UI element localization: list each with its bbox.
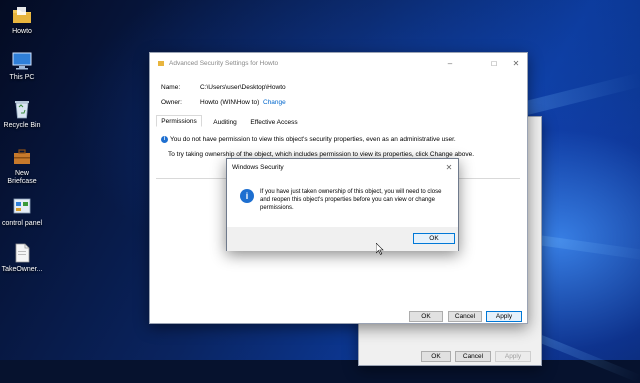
dialog-message: If you have just taken ownership of this… xyxy=(260,189,442,211)
dialog-title: Windows Security xyxy=(232,164,284,171)
maximize-button[interactable]: □ xyxy=(483,53,505,73)
titlebar: Advanced Security Settings for Howto – □… xyxy=(150,53,527,73)
ok-button[interactable]: OK xyxy=(409,311,443,322)
back-ok-button[interactable]: OK xyxy=(421,351,451,362)
desktop-icon-label: New Briefcase xyxy=(7,170,37,185)
dialog-close-button[interactable]: ✕ xyxy=(440,159,458,176)
dialog-titlebar: Windows Security ✕ xyxy=(227,159,458,176)
dialog-ok-button[interactable]: OK xyxy=(413,233,455,244)
minimize-button[interactable]: – xyxy=(439,53,461,73)
change-owner-link[interactable]: Change xyxy=(263,99,286,106)
file-icon xyxy=(11,242,33,264)
briefcase-icon xyxy=(11,146,33,168)
desktop-icon-label: control panel xyxy=(1,220,43,227)
mouse-cursor xyxy=(375,242,384,260)
cancel-button[interactable]: Cancel xyxy=(448,311,482,322)
owner-value: Howto (WIN\How to) xyxy=(200,99,260,106)
desktop-icon-label: Recycle Bin xyxy=(3,122,41,129)
computer-icon xyxy=(11,50,33,72)
no-permission-message: You do not have permission to view this … xyxy=(170,136,456,143)
desktop-icon-label: Howto xyxy=(12,28,32,35)
window-title: Advanced Security Settings for Howto xyxy=(169,59,279,67)
back-cancel-button[interactable]: Cancel xyxy=(455,351,491,362)
back-apply-button[interactable]: Apply xyxy=(495,351,531,362)
desktop-icon-howto[interactable]: Howto xyxy=(0,4,44,36)
desktop-icon-control-panel[interactable]: control panel xyxy=(0,196,44,228)
ownership-instructions: To try taking ownership of the object, w… xyxy=(168,151,475,158)
info-icon: i xyxy=(161,136,168,143)
desktop-icon-this-pc[interactable]: This PC xyxy=(0,50,44,82)
control-panel-icon xyxy=(11,196,33,218)
owner-label: Owner: xyxy=(161,99,182,106)
desktop-icon-takeowner[interactable]: TakeOwner... xyxy=(0,242,44,274)
folder-icon xyxy=(11,4,33,26)
close-button[interactable]: ✕ xyxy=(505,53,527,73)
apply-button[interactable]: Apply xyxy=(486,311,522,322)
info-icon: i xyxy=(240,189,254,203)
desktop-icon-label: TakeOwner... xyxy=(1,266,43,273)
tab-permissions[interactable]: Permissions xyxy=(156,115,202,127)
tab-effective-access[interactable]: Effective Access xyxy=(248,116,300,128)
desktop-icon-recycle-bin[interactable]: Recycle Bin xyxy=(0,98,44,130)
name-label: Name: xyxy=(161,84,181,91)
tab-auditing[interactable]: Auditing xyxy=(203,116,247,128)
desktop-icon-label: This PC xyxy=(9,74,35,81)
recycle-bin-icon xyxy=(11,98,33,120)
name-value: C:\Users\user\Desktop\Howto xyxy=(200,84,286,91)
folder-icon xyxy=(158,60,164,66)
windows-security-dialog: Windows Security ✕ i If you have just ta… xyxy=(226,158,459,251)
desktop-icon-new-briefcase[interactable]: New Briefcase xyxy=(0,146,44,186)
